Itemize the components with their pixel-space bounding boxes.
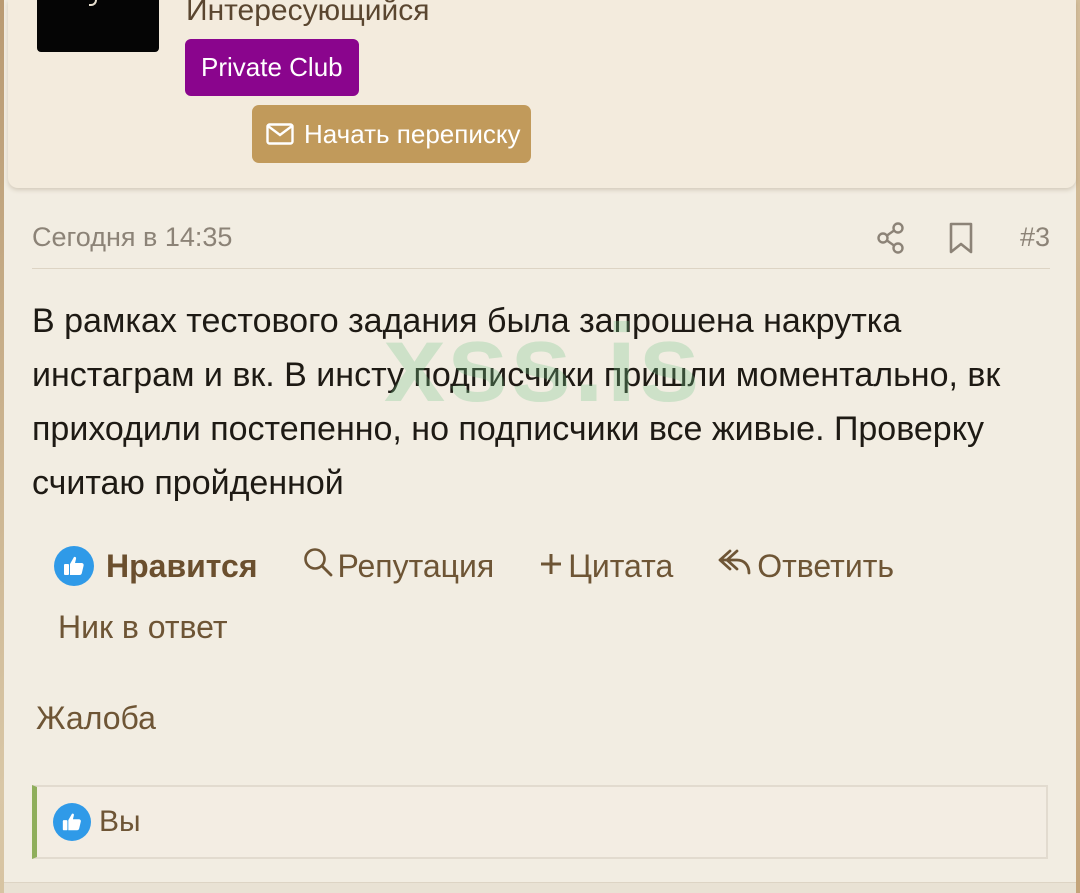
reputation-label: Репутация [337,547,495,584]
start-conversation-button[interactable]: Начать переписку [252,105,531,163]
reply-button[interactable]: Ответить [717,547,894,585]
nick-reply-button[interactable]: Ник в ответ [58,609,228,646]
reputation-button[interactable]: Репутация [302,546,495,586]
like-label: Нравится [106,547,258,584]
search-icon [302,546,334,586]
post-number[interactable]: #3 [1020,222,1050,253]
share-icon[interactable] [876,222,906,254]
reply-arrow-icon [717,547,753,585]
avatar-glyph [89,0,97,6]
private-club-badge: Private Club [185,39,359,96]
page: Интересующийся Private Club Начать переп… [4,0,1076,893]
like-button[interactable]: Нравится [54,546,258,586]
quote-button[interactable]: Цитата [538,548,673,585]
post-date[interactable]: Сегодня в 14:35 [32,222,232,253]
likes-bar: Вы [32,785,1048,859]
reply-label: Ответить [757,547,895,584]
user-title: Интересующийся [186,0,430,27]
report-button[interactable]: Жалоба [36,700,156,737]
start-conversation-label: Начать переписку [304,119,521,149]
likes-who[interactable]: Вы [99,805,141,839]
thumbs-up-icon [54,546,94,586]
bookmark-icon[interactable] [946,222,976,254]
avatar[interactable] [37,0,159,52]
post-meta: Сегодня в 14:35 #3 [32,218,1050,269]
envelope-icon [266,123,294,145]
post-body: В рамках тестового задания была запрошен… [32,302,1001,502]
bottom-strip [4,882,1076,893]
quote-label: Цитата [568,547,674,584]
user-card: Интересующийся Private Club Начать переп… [8,0,1076,188]
plus-icon [538,548,564,585]
thumbs-up-icon [53,803,91,841]
post-actions: Нравится Репутация Цитата Ответить [54,540,894,592]
